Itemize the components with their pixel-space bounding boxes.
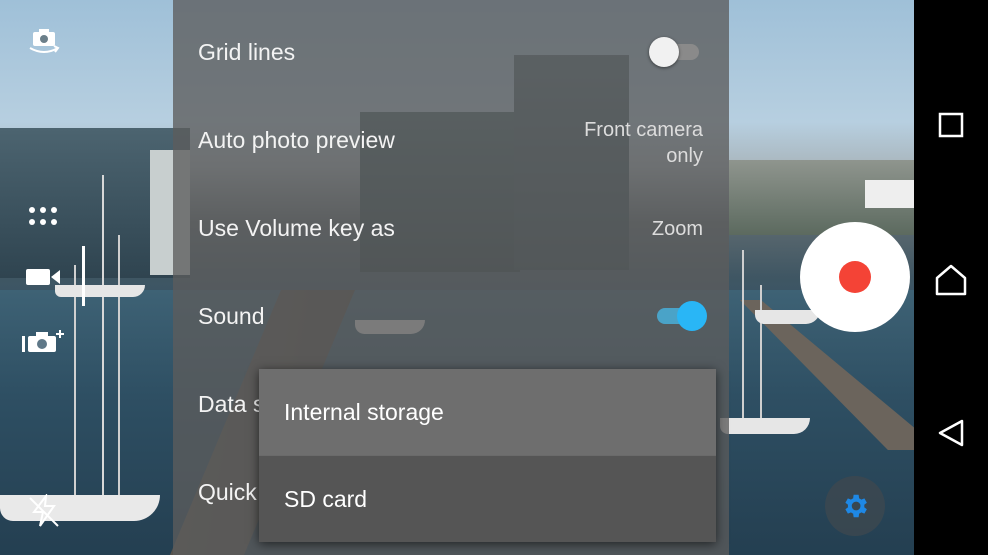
setting-label: Use Volume key as bbox=[198, 215, 395, 241]
navigation-bar bbox=[914, 0, 988, 555]
setting-grid-lines[interactable]: Grid lines bbox=[173, 8, 729, 96]
setting-label: Data s bbox=[198, 391, 265, 417]
setting-label: Grid lines bbox=[198, 39, 296, 65]
camera-switch-icon[interactable] bbox=[26, 26, 62, 56]
setting-value: Front camera only bbox=[584, 119, 703, 167]
white-roof bbox=[865, 180, 914, 208]
recents-button[interactable] bbox=[914, 95, 988, 155]
setting-volume-key[interactable]: Use Volume key as Zoom bbox=[173, 184, 729, 272]
sound-toggle[interactable] bbox=[657, 301, 713, 331]
flash-off-icon[interactable] bbox=[28, 492, 60, 528]
modes-grid-icon[interactable] bbox=[28, 206, 60, 228]
boat bbox=[0, 495, 160, 521]
option-sd-card[interactable]: SD card bbox=[259, 456, 716, 542]
toggle-thumb bbox=[649, 37, 679, 67]
back-icon bbox=[938, 419, 964, 447]
mast bbox=[742, 250, 744, 430]
grid-lines-toggle[interactable] bbox=[649, 37, 705, 67]
gear-icon bbox=[845, 494, 867, 518]
photo-add-icon[interactable] bbox=[22, 328, 68, 354]
mast bbox=[760, 285, 762, 420]
mast bbox=[102, 175, 104, 515]
mast bbox=[74, 265, 76, 515]
setting-label: Auto photo preview bbox=[198, 127, 395, 153]
toggle-thumb bbox=[677, 301, 707, 331]
boat bbox=[755, 310, 820, 324]
setting-auto-photo-preview[interactable]: Auto photo preview Front camera only bbox=[173, 96, 729, 184]
back-button[interactable] bbox=[914, 403, 988, 463]
setting-label: Sound bbox=[198, 303, 265, 329]
option-internal-storage[interactable]: Internal storage bbox=[259, 369, 716, 455]
boat bbox=[55, 285, 145, 297]
setting-value: Zoom bbox=[651, 218, 703, 240]
boat bbox=[720, 418, 810, 434]
settings-button[interactable] bbox=[825, 476, 885, 536]
setting-sound[interactable]: Sound bbox=[173, 272, 729, 360]
recents-icon bbox=[938, 112, 964, 138]
home-button[interactable] bbox=[914, 250, 988, 310]
record-icon bbox=[839, 261, 871, 293]
mast bbox=[118, 235, 120, 495]
storage-popup-menu: Internal storage SD card bbox=[259, 369, 716, 542]
setting-label: Quick bbox=[198, 479, 257, 505]
home-icon bbox=[935, 264, 967, 296]
video-mode-icon[interactable] bbox=[26, 266, 62, 288]
record-button[interactable] bbox=[800, 222, 910, 332]
mode-indicator bbox=[82, 246, 85, 306]
